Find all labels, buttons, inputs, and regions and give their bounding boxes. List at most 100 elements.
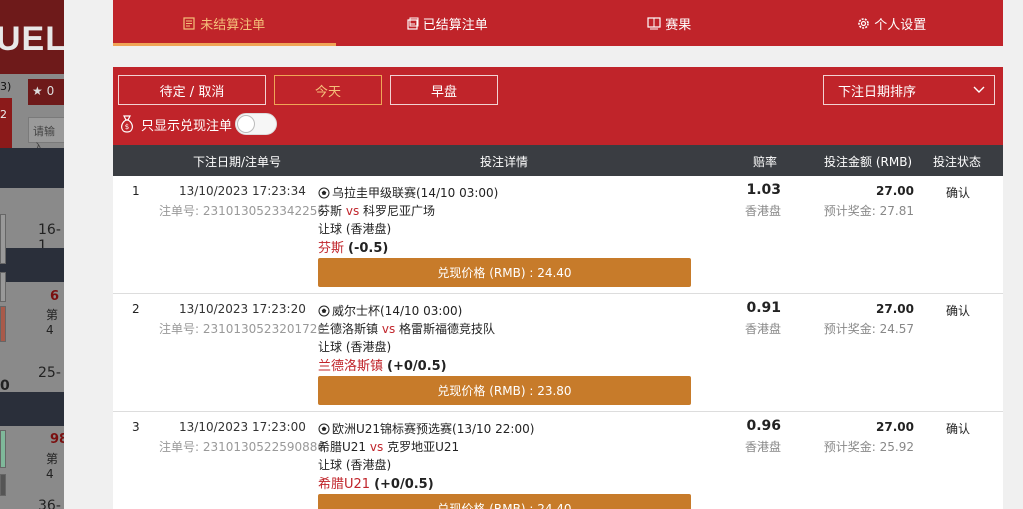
toggle-knob — [237, 115, 256, 133]
market-type: 让球 (香港盘) — [318, 222, 392, 236]
odds-type: 香港盘 — [744, 440, 781, 454]
stake-amount: 27.00 — [876, 420, 914, 434]
scoreboard-icon — [647, 16, 661, 29]
bet-date: 13/10/2023 17:23:34 — [179, 184, 306, 198]
vs-label: vs — [381, 322, 396, 336]
bg-dark-band — [0, 248, 64, 282]
cashout-only-label: 只显示兑现注单 — [141, 118, 233, 134]
tab-results[interactable]: 赛果 — [558, 0, 781, 46]
sort-selected-value: 下注日期排序 — [838, 84, 917, 100]
header-status: 投注状态 — [933, 155, 982, 169]
vs-label: vs — [369, 440, 384, 454]
bet-tabs: 未结算注单 已结算注单 赛果 个人设置 — [113, 0, 1003, 46]
selection-handicap: (+0/0.5) — [387, 359, 447, 374]
svg-text:$: $ — [125, 123, 129, 131]
cashout-only-toggle[interactable] — [235, 113, 278, 135]
selection: 希腊U21 (+0/0.5) — [318, 473, 434, 492]
bet-list: 1 13/10/2023 17:23:34 注单号: 2310130523342… — [113, 176, 1003, 509]
bg-count-label: 3) — [0, 80, 12, 93]
selection-handicap: (+0/0.5) — [374, 477, 434, 492]
list-doc-icon — [183, 16, 195, 30]
today-button[interactable]: 今天 — [274, 75, 382, 105]
cashout-button[interactable]: 兑现价格 (RMB) : 24.40 — [318, 258, 691, 287]
soccer-ball-icon — [318, 423, 330, 434]
selection: 芬斯 (-0.5) — [318, 237, 388, 256]
filter-bar: 待定 / 取消 今天 早盘 下注日期排序 $ 只显示兑现注单 — [113, 67, 1003, 145]
soccer-ball-icon — [318, 305, 330, 316]
cashout-only-filter: $ 只显示兑现注单 — [119, 113, 278, 135]
tab-label: 赛果 — [665, 17, 692, 33]
bet-date: 13/10/2023 17:23:20 — [179, 302, 306, 316]
bet-odds: 1.03 — [746, 182, 781, 198]
market-type: 让球 (香港盘) — [318, 458, 392, 472]
stake-amount: 27.00 — [876, 302, 914, 316]
background-page: UELI 3) ★ 0 2 请输入 16-1 6 第4 25- 0 0 98 第… — [0, 0, 64, 509]
table-header: 下注日期/注单号 投注详情 赔率 投注金额 (RMB) 投注状态 — [113, 145, 1003, 176]
early-market-button[interactable]: 早盘 — [390, 75, 498, 105]
header-stake: 投注金额 (RMB) — [824, 155, 913, 169]
bet-date: 13/10/2023 17:23:00 — [179, 420, 306, 434]
bg-logo: UELI — [0, 20, 64, 58]
stake-amount: 27.00 — [876, 184, 914, 198]
bg-favorites-button: ★ 0 — [28, 79, 64, 105]
home-team: 兰德洛斯镇 — [318, 322, 379, 336]
market-type: 让球 (香港盘) — [318, 340, 392, 354]
bg-box — [0, 306, 6, 342]
bet-record-panel: 未结算注单 已结算注单 赛果 个人设置 待定 / 取消 今天 早盘 下注日期排序… — [64, 0, 1023, 509]
slip-number: 注单号: 2310130522590886 — [159, 440, 326, 454]
bg-round: 第4 — [46, 452, 59, 481]
selection-team: 兰德洛斯镇 — [318, 359, 384, 374]
tab-label: 已结算注单 — [422, 17, 488, 33]
bet-odds: 0.96 — [746, 418, 781, 434]
league-name: 威尔士杯(14/10 03:00) — [332, 304, 463, 318]
away-team: 克罗地亚U21 — [387, 440, 460, 454]
bet-odds: 0.91 — [746, 300, 781, 316]
header-odds: 赔率 — [753, 155, 778, 169]
slip-number: 注单号: 2310130523201726 — [159, 322, 326, 336]
league-name: 乌拉圭甲级联赛(14/10 03:00) — [332, 186, 499, 200]
bg-dark-band — [0, 392, 64, 426]
league-line: 威尔士杯(14/10 03:00) — [318, 302, 462, 319]
status-badge: 确认 — [946, 304, 971, 318]
league-line: 乌拉圭甲级联赛(14/10 03:00) — [318, 184, 498, 201]
cashout-button[interactable]: 兑现价格 (RMB) : 23.80 — [318, 376, 691, 405]
vs-label: vs — [345, 204, 360, 218]
bg-box — [0, 272, 6, 302]
bet-index: 2 — [132, 302, 140, 316]
selection: 兰德洛斯镇 (+0/0.5) — [318, 355, 447, 374]
bg-search-input: 请输入 — [28, 117, 64, 154]
bet-row: 3 13/10/2023 17:23:00 注单号: 2310130522590… — [113, 412, 1003, 509]
estimated-win: 预计奖金: 25.92 — [823, 440, 914, 454]
sort-select[interactable]: 下注日期排序 — [823, 75, 995, 105]
bet-row: 1 13/10/2023 17:23:34 注单号: 2310130523342… — [113, 176, 1003, 294]
selection-team: 芬斯 — [318, 241, 345, 256]
gear-icon — [858, 17, 870, 29]
status-badge: 确认 — [946, 186, 971, 200]
home-team: 希腊U21 — [318, 440, 367, 454]
bg-box — [0, 214, 6, 264]
tab-unsettled[interactable]: 未结算注单 — [113, 0, 336, 46]
match-teams: 希腊U21 vs 克罗地亚U21 — [318, 438, 459, 455]
tab-settled[interactable]: 已结算注单 — [336, 0, 559, 46]
tab-label: 未结算注单 — [200, 17, 266, 33]
tab-settings[interactable]: 个人设置 — [781, 0, 1004, 46]
cashout-button[interactable]: 兑现价格 (RMB) : 24.40 — [318, 494, 691, 509]
bet-index: 3 — [132, 420, 140, 434]
header-date: 下注日期/注单号 — [193, 155, 282, 169]
selection-handicap: (-0.5) — [348, 241, 389, 256]
header-detail: 投注详情 — [480, 155, 529, 169]
selection-team: 希腊U21 — [318, 477, 371, 492]
match-teams: 兰德洛斯镇 vs 格雷斯福德竞技队 — [318, 320, 495, 337]
odds-type: 香港盘 — [744, 204, 781, 218]
slip-number: 注单号: 2310130523342256 — [159, 204, 326, 218]
soccer-ball-icon — [318, 187, 330, 198]
bg-box — [0, 474, 6, 496]
match-teams: 芬斯 vs 科罗尼亚广场 — [318, 202, 435, 219]
bg-dark-band — [0, 148, 64, 188]
star-icon: ★ — [32, 84, 43, 98]
bg-score: 6 — [50, 289, 60, 304]
settled-doc-icon — [407, 17, 419, 30]
pending-cancel-button[interactable]: 待定 / 取消 — [118, 75, 266, 105]
bg-fav-count: 0 — [46, 84, 55, 98]
money-bag-icon: $ — [121, 115, 133, 133]
